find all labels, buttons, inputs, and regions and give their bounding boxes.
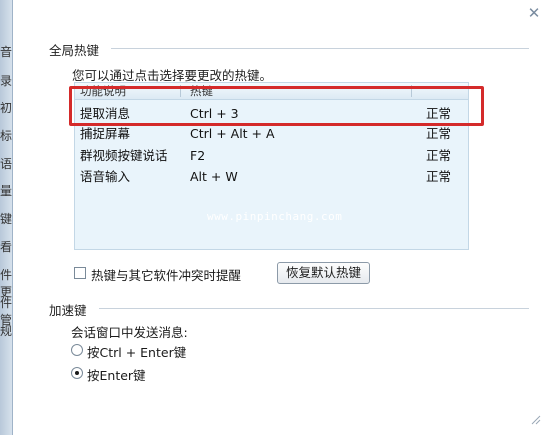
resize-grip-icon[interactable]	[529, 413, 541, 425]
strip-text: 看	[0, 240, 12, 254]
row-hotkey: Ctrl + Alt + A	[190, 126, 275, 141]
row-function: 群视频按键说话	[80, 148, 168, 163]
strip-text: 音	[0, 45, 12, 59]
radio-enter[interactable]	[71, 367, 83, 379]
strip-text: 规	[0, 324, 12, 338]
table-row[interactable]: 语音输入 Alt + W 正常	[75, 166, 468, 187]
close-icon[interactable]: ✕	[525, 4, 543, 22]
strip-text: 录	[0, 74, 12, 88]
row-status: 正常	[426, 126, 452, 141]
row-status: 正常	[426, 148, 452, 163]
global-hotkeys-title: 全局热键	[49, 43, 100, 58]
radio-enter-label[interactable]: 按Enter键	[87, 365, 146, 384]
row-hotkey: F2	[190, 148, 206, 163]
row-hotkey: Alt + W	[190, 169, 238, 184]
table-row[interactable]: 群视频按键说话 F2 正常	[75, 145, 468, 166]
strip-text: 量	[0, 184, 12, 198]
restore-default-hotkeys-button[interactable]: 恢复默认热键	[277, 262, 370, 284]
conflict-alert-checkbox[interactable]	[74, 267, 86, 279]
radio-selected-dot	[75, 371, 79, 375]
table-row[interactable]: 捕捉屏幕 Ctrl + Alt + A 正常	[75, 123, 468, 144]
accelerator-section-title: 加速键	[49, 303, 87, 318]
row-function: 捕捉屏幕	[80, 126, 131, 141]
strip-text: 标	[0, 129, 12, 143]
watermark-text: www.pinpinchang.com	[207, 210, 343, 223]
strip-text: 初	[0, 101, 12, 115]
strip-text: 键	[0, 212, 12, 226]
highlight-annotation-box	[69, 86, 484, 126]
radio-ctrl-enter-label[interactable]: 按Ctrl + Enter键	[87, 342, 186, 361]
conflict-alert-label[interactable]: 热键与其它软件冲突时提醒	[91, 265, 241, 284]
radio-ctrl-enter[interactable]	[71, 344, 83, 356]
hotkey-settings-dialog: ✕ 全局热键 您可以通过点击选择要更改的热键。 功能说明 热键 提取消息 Ctr…	[12, 0, 550, 435]
row-status: 正常	[426, 169, 452, 184]
background-window-strip: 音 录 初 标 语 量 键 看 件更 件管 规	[0, 0, 12, 435]
section-divider	[111, 48, 529, 49]
row-function: 语音输入	[80, 169, 131, 184]
strip-text: 语	[0, 157, 12, 171]
send-message-label: 会话窗口中发送消息:	[71, 325, 188, 340]
section-divider	[99, 308, 529, 309]
